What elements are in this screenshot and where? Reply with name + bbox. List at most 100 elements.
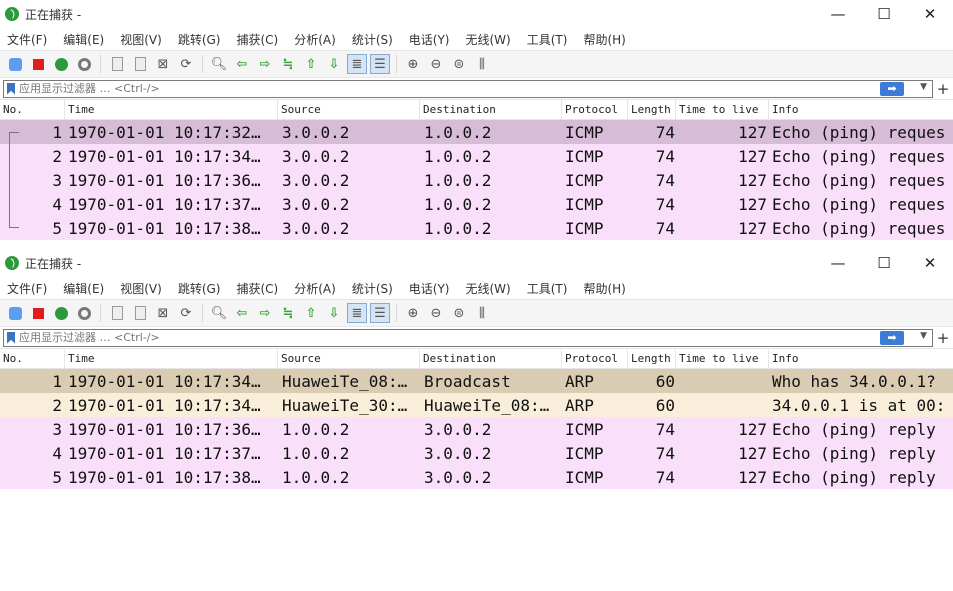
- menu-help[interactable]: 帮助(H): [583, 31, 625, 48]
- capture-options-button[interactable]: [74, 54, 94, 74]
- menu-analyze[interactable]: 分析(A): [294, 280, 336, 297]
- menu-edit[interactable]: 编辑(E): [63, 280, 104, 297]
- close-file-button[interactable]: ⊠: [153, 303, 173, 323]
- save-file-button[interactable]: [130, 303, 150, 323]
- first-packet-button[interactable]: ⇧: [301, 54, 321, 74]
- table-row[interactable]: 3 1970-01-01 10:17:36… 1.0.0.2 3.0.0.2 I…: [0, 417, 953, 441]
- menu-file[interactable]: 文件(F): [7, 280, 47, 297]
- first-packet-button[interactable]: ⇧: [301, 303, 321, 323]
- chevron-down-icon[interactable]: ▼: [920, 82, 927, 92]
- maximize-button[interactable]: ☐: [861, 249, 907, 277]
- zoom-in-button[interactable]: ⊕: [403, 303, 423, 323]
- column-header-length[interactable]: Length: [628, 100, 676, 119]
- menu-capture[interactable]: 捕获(C): [236, 280, 278, 297]
- display-filter-input[interactable]: [19, 329, 619, 346]
- menu-go[interactable]: 跳转(G): [178, 31, 221, 48]
- zoom-out-button[interactable]: ⊖: [426, 54, 446, 74]
- table-row[interactable]: 5 1970-01-01 10:17:38… 3.0.0.2 1.0.0.2 I…: [0, 216, 953, 240]
- open-file-button[interactable]: [107, 303, 127, 323]
- column-header-time[interactable]: Time: [65, 349, 278, 368]
- column-header-no[interactable]: No.: [0, 349, 65, 368]
- go-forward-button[interactable]: ⇨: [255, 54, 275, 74]
- menu-view[interactable]: 视图(V): [120, 31, 162, 48]
- menu-help[interactable]: 帮助(H): [583, 280, 625, 297]
- column-header-source[interactable]: Source: [278, 100, 420, 119]
- column-header-destination[interactable]: Destination: [420, 100, 562, 119]
- menu-view[interactable]: 视图(V): [120, 280, 162, 297]
- reload-file-button[interactable]: ⟳: [176, 303, 196, 323]
- restart-capture-button[interactable]: [51, 303, 71, 323]
- find-packet-button[interactable]: 🔍︎: [209, 303, 229, 323]
- table-row[interactable]: 4 1970-01-01 10:17:37… 1.0.0.2 3.0.0.2 I…: [0, 441, 953, 465]
- last-packet-button[interactable]: ⇩: [324, 54, 344, 74]
- close-button[interactable]: ✕: [907, 0, 953, 28]
- colorize-button[interactable]: ☰: [370, 54, 390, 74]
- table-row[interactable]: 2 1970-01-01 10:17:34… HuaweiTe_30:… Hua…: [0, 393, 953, 417]
- start-capture-button[interactable]: [5, 54, 25, 74]
- auto-scroll-button[interactable]: ≣: [347, 303, 367, 323]
- reload-file-button[interactable]: ⟳: [176, 54, 196, 74]
- column-header-ttl[interactable]: Time to live: [676, 349, 769, 368]
- zoom-in-button[interactable]: ⊕: [403, 54, 423, 74]
- column-header-protocol[interactable]: Protocol: [562, 100, 628, 119]
- menu-edit[interactable]: 编辑(E): [63, 31, 104, 48]
- last-packet-button[interactable]: ⇩: [324, 303, 344, 323]
- menu-tools[interactable]: 工具(T): [527, 31, 568, 48]
- resize-columns-button[interactable]: ⫼: [472, 54, 492, 74]
- go-forward-button[interactable]: ⇨: [255, 303, 275, 323]
- menu-file[interactable]: 文件(F): [7, 31, 47, 48]
- column-header-length[interactable]: Length: [628, 349, 676, 368]
- column-header-ttl[interactable]: Time to live: [676, 100, 769, 119]
- apply-filter-button[interactable]: ➡: [880, 81, 904, 96]
- menu-analyze[interactable]: 分析(A): [294, 31, 336, 48]
- table-row[interactable]: 4 1970-01-01 10:17:37… 3.0.0.2 1.0.0.2 I…: [0, 192, 953, 216]
- resize-columns-button[interactable]: ⫼: [472, 303, 492, 323]
- bookmark-icon[interactable]: [7, 331, 15, 344]
- open-file-button[interactable]: [107, 54, 127, 74]
- table-row[interactable]: 3 1970-01-01 10:17:36… 3.0.0.2 1.0.0.2 I…: [0, 168, 953, 192]
- column-header-info[interactable]: Info: [769, 100, 953, 119]
- zoom-out-button[interactable]: ⊖: [426, 303, 446, 323]
- go-to-packet-button[interactable]: ≒: [278, 54, 298, 74]
- chevron-down-icon[interactable]: ▼: [920, 331, 927, 341]
- find-packet-button[interactable]: 🔍︎: [209, 54, 229, 74]
- column-header-no[interactable]: No.: [0, 100, 65, 119]
- auto-scroll-button[interactable]: ≣: [347, 54, 367, 74]
- go-to-packet-button[interactable]: ≒: [278, 303, 298, 323]
- save-file-button[interactable]: [130, 54, 150, 74]
- column-header-source[interactable]: Source: [278, 349, 420, 368]
- restart-capture-button[interactable]: [51, 54, 71, 74]
- bookmark-icon[interactable]: [7, 82, 15, 95]
- display-filter-input[interactable]: [19, 80, 619, 97]
- add-filter-button[interactable]: +: [933, 80, 953, 98]
- menu-capture[interactable]: 捕获(C): [236, 31, 278, 48]
- add-filter-button[interactable]: +: [933, 329, 953, 347]
- column-header-info[interactable]: Info: [769, 349, 953, 368]
- column-header-protocol[interactable]: Protocol: [562, 349, 628, 368]
- menu-statistics[interactable]: 统计(S): [352, 280, 393, 297]
- table-row[interactable]: 5 1970-01-01 10:17:38… 1.0.0.2 3.0.0.2 I…: [0, 465, 953, 489]
- table-row[interactable]: 1 1970-01-01 10:17:32… 3.0.0.2 1.0.0.2 I…: [0, 120, 953, 144]
- minimize-button[interactable]: —: [815, 249, 861, 277]
- table-row[interactable]: 2 1970-01-01 10:17:34… 3.0.0.2 1.0.0.2 I…: [0, 144, 953, 168]
- menu-telephony[interactable]: 电话(Y): [409, 280, 450, 297]
- column-header-time[interactable]: Time: [65, 100, 278, 119]
- column-header-destination[interactable]: Destination: [420, 349, 562, 368]
- menu-statistics[interactable]: 统计(S): [352, 31, 393, 48]
- apply-filter-button[interactable]: ➡: [880, 330, 904, 345]
- capture-options-button[interactable]: [74, 303, 94, 323]
- menu-wireless[interactable]: 无线(W): [466, 280, 511, 297]
- close-button[interactable]: ✕: [907, 249, 953, 277]
- table-row[interactable]: 1 1970-01-01 10:17:34… HuaweiTe_08:… Bro…: [0, 369, 953, 393]
- stop-capture-button[interactable]: [28, 54, 48, 74]
- minimize-button[interactable]: —: [815, 0, 861, 28]
- stop-capture-button[interactable]: [28, 303, 48, 323]
- normal-size-button[interactable]: ⊜: [449, 303, 469, 323]
- close-file-button[interactable]: ⊠: [153, 54, 173, 74]
- menu-tools[interactable]: 工具(T): [527, 280, 568, 297]
- menu-wireless[interactable]: 无线(W): [466, 31, 511, 48]
- normal-size-button[interactable]: ⊜: [449, 54, 469, 74]
- go-back-button[interactable]: ⇦: [232, 303, 252, 323]
- start-capture-button[interactable]: [5, 303, 25, 323]
- colorize-button[interactable]: ☰: [370, 303, 390, 323]
